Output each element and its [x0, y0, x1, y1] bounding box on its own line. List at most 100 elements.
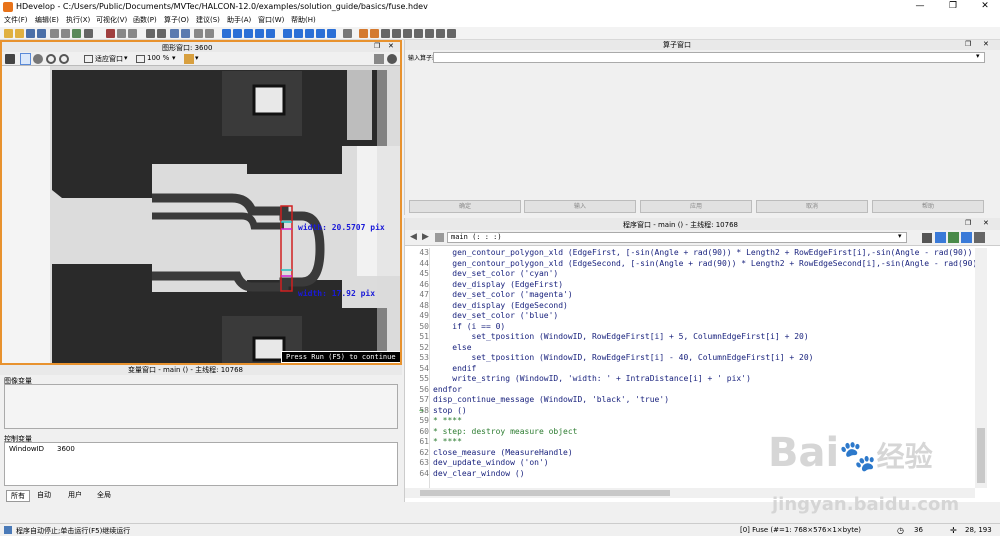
menu-assistants[interactable]: 助手(A) [227, 15, 251, 25]
properties-icon[interactable] [84, 29, 93, 38]
step-into-icon[interactable] [266, 29, 275, 38]
tab-auto[interactable]: 自动 [37, 490, 51, 500]
run-icon[interactable] [222, 29, 231, 38]
pan-icon[interactable] [33, 54, 43, 64]
tab-all[interactable]: 所有 [6, 490, 30, 502]
restore-icon[interactable]: ❐ [965, 40, 971, 48]
code-line[interactable]: 43 gen_contour_polygon_xld (EdgeFirst, [… [405, 248, 975, 259]
zoom-window-icon[interactable] [381, 29, 390, 38]
comment-icon[interactable] [205, 29, 214, 38]
copy-icon[interactable] [117, 29, 126, 38]
save-all-icon[interactable] [37, 29, 46, 38]
cut-icon[interactable] [106, 29, 115, 38]
enter-button[interactable]: 输入 [524, 200, 636, 213]
print-icon[interactable] [50, 29, 59, 38]
find-icon[interactable] [170, 29, 179, 38]
procedure-settings-icon[interactable] [948, 232, 959, 243]
import-icon[interactable] [72, 29, 81, 38]
profiler-icon[interactable] [343, 29, 352, 38]
chevron-down-icon[interactable]: ▾ [195, 54, 199, 62]
calibration-icon[interactable] [436, 29, 445, 38]
step-out-icon[interactable] [283, 29, 292, 38]
operator-search-input[interactable]: ▾ [433, 52, 985, 63]
save-icon[interactable] [26, 29, 35, 38]
magnify-icon[interactable] [59, 54, 69, 64]
procedure-export-icon[interactable] [974, 232, 985, 243]
chevron-down-icon[interactable]: ▾ [976, 52, 980, 60]
stop-execution-icon[interactable] [305, 29, 314, 38]
back-icon[interactable]: ◀ [410, 232, 417, 242]
stop-icon[interactable] [255, 29, 264, 38]
zoom-percent-select[interactable]: 100 % [147, 54, 169, 62]
variable-view-icon[interactable] [327, 29, 336, 38]
restore-icon[interactable]: ❐ [374, 42, 380, 50]
close-icon[interactable]: ✕ [388, 42, 394, 50]
code-line[interactable]: 53 set_tposition (WindowID, RowEdgeFirst… [405, 353, 975, 364]
code-line[interactable]: 58 stop () [405, 406, 975, 417]
close-icon[interactable]: ✕ [983, 40, 989, 48]
draw-tools-icon[interactable] [374, 54, 384, 64]
control-variables-panel[interactable]: WindowID 3600 [4, 442, 398, 486]
chevron-down-icon[interactable]: ▾ [172, 54, 176, 62]
image-variables-panel[interactable] [4, 384, 398, 429]
close-button[interactable]: ✕ [970, 1, 1000, 13]
reset-program-icon[interactable] [294, 29, 303, 38]
code-line[interactable]: 57 disp_continue_message (WindowID, 'blac… [405, 395, 975, 406]
menu-edit[interactable]: 编辑(E) [35, 15, 59, 25]
menu-help[interactable]: 帮助(H) [291, 15, 316, 25]
export-icon[interactable] [61, 29, 70, 38]
settings-icon[interactable] [387, 54, 397, 64]
chevron-down-icon[interactable]: ▾ [124, 54, 128, 62]
replace-icon[interactable] [181, 29, 190, 38]
tab-global[interactable]: 全局 [97, 490, 111, 500]
chevron-down-icon[interactable]: ▾ [898, 232, 902, 240]
apply-button[interactable]: 应用 [640, 200, 752, 213]
undo-icon[interactable] [146, 29, 155, 38]
feature-inspection-icon[interactable] [425, 29, 434, 38]
run-to-insert-icon[interactable] [233, 29, 242, 38]
indent-icon[interactable] [194, 29, 203, 38]
edit-procedure-icon[interactable] [922, 233, 932, 243]
matching-icon[interactable] [447, 29, 456, 38]
ok-button[interactable]: 确定 [409, 200, 521, 213]
breakpoint-icon[interactable] [316, 29, 325, 38]
maximize-button[interactable]: ❐ [938, 1, 968, 13]
menu-execute[interactable]: 执行(X) [66, 15, 90, 25]
image-processing-icon[interactable] [370, 29, 379, 38]
tab-user[interactable]: 用户 [68, 490, 82, 500]
graphics-window-icon[interactable] [359, 29, 368, 38]
open-file-icon[interactable] [15, 29, 24, 38]
line-profile-icon[interactable] [403, 29, 412, 38]
paint-icon[interactable] [184, 54, 194, 64]
new-file-icon[interactable] [4, 29, 13, 38]
code-line[interactable]: 49 dev_set_color ('blue') [405, 311, 975, 322]
code-line[interactable]: 45 dev_set_color ('cyan') [405, 269, 975, 280]
zoom-icon[interactable] [46, 54, 56, 64]
create-procedure-icon[interactable] [935, 232, 946, 243]
minimize-button[interactable]: — [905, 1, 935, 13]
redo-icon[interactable] [157, 29, 166, 38]
vertical-scrollbar[interactable] [975, 248, 987, 488]
code-line[interactable]: 54 endif [405, 364, 975, 375]
forward-icon[interactable]: ▶ [422, 232, 429, 242]
code-line[interactable]: 55 write_string (WindowID, 'width: ' + I… [405, 374, 975, 385]
code-line[interactable]: 44 gen_contour_polygon_xld (EdgeSecond, … [405, 259, 977, 270]
code-line[interactable]: 48 dev_display (EdgeSecond) [405, 301, 975, 312]
menu-suggestions[interactable]: 建议(S) [196, 15, 220, 25]
menu-window[interactable]: 窗口(W) [258, 15, 284, 25]
help-button[interactable]: 帮助 [872, 200, 984, 213]
restore-icon[interactable]: ❐ [965, 219, 971, 227]
clear-window-icon[interactable] [5, 54, 15, 64]
code-line[interactable]: 56 endfor [405, 385, 975, 396]
menu-visualize[interactable]: 可视化(V) [96, 15, 127, 25]
pointer-icon[interactable] [20, 53, 31, 65]
code-line[interactable]: 46 dev_display (EdgeFirst) [405, 280, 975, 291]
step-over-icon[interactable] [244, 29, 253, 38]
menu-operators[interactable]: 算子(O) [164, 15, 189, 25]
menu-procedures[interactable]: 函数(P) [133, 15, 157, 25]
procedure-interface-icon[interactable] [961, 232, 972, 243]
menu-file[interactable]: 文件(F) [4, 15, 28, 25]
histogram-icon[interactable] [392, 29, 401, 38]
code-line[interactable]: 52 else [405, 343, 975, 354]
procedure-select[interactable]: main (: : :) ▾ [447, 232, 907, 243]
